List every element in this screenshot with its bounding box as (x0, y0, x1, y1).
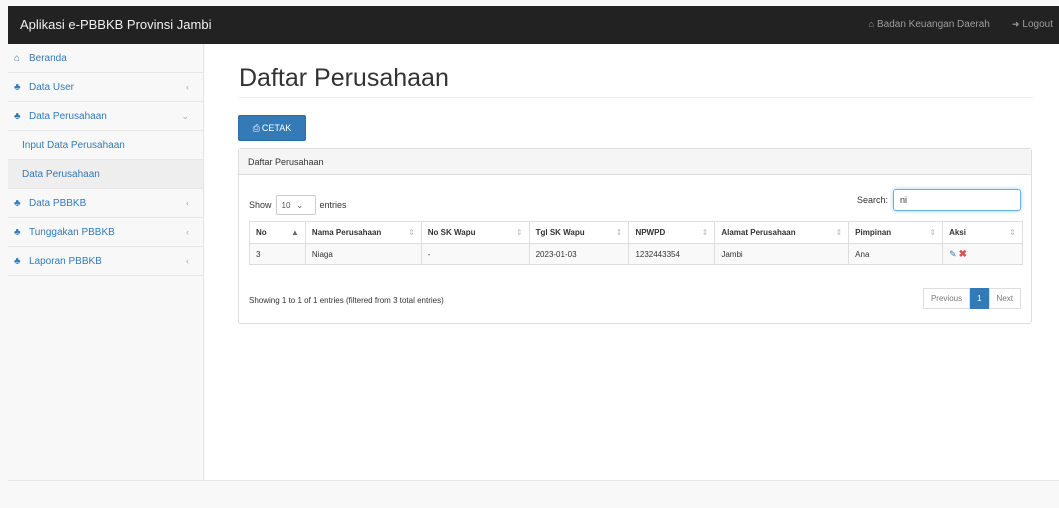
cell-npwpd: 1232443354 (628, 243, 716, 265)
home-icon: ⌂ (868, 19, 874, 29)
edit-icon[interactable]: ✎ (949, 249, 957, 259)
chevron-left-icon: ‹ (186, 198, 189, 208)
chevron-left-icon: ‹ (186, 82, 189, 92)
sort-icon: ⇕ (1009, 228, 1016, 237)
users-icon: ♣ (14, 255, 21, 267)
sort-icon: ⇕ (929, 228, 937, 237)
cell-alamat: Jambi (714, 243, 850, 265)
cell-no-sk: - (420, 243, 530, 265)
table-info: Showing 1 to 1 of 1 entries (filtered fr… (249, 296, 444, 305)
entries-value: 10 (281, 200, 291, 210)
panel-heading: Daftar Perusahaan (239, 149, 1031, 175)
table-row: 3 Niaga - 2023-01-03 1232443354 Jambi An… (249, 243, 1023, 265)
sidebar-item-label: Data PBBKB (29, 197, 87, 209)
footer-area (8, 480, 1059, 508)
title-divider (239, 97, 1033, 98)
sort-icon: ⇕ (515, 228, 523, 237)
entries-label: entries (319, 200, 347, 210)
sidebar-item-label: Tunggakan PBBKB (29, 226, 115, 238)
users-icon: ♣ (14, 226, 21, 238)
chevron-left-icon: ‹ (186, 227, 189, 237)
search-label: Search: (856, 195, 888, 205)
top-navbar: Aplikasi e-PBBKB Provinsi Jambi ⌂ Badan K… (8, 6, 1059, 44)
sidebar-item-data-user[interactable]: ♣ Data User ‹ (8, 73, 203, 102)
logout-label: Logout (1022, 19, 1053, 30)
users-icon: ♣ (14, 110, 21, 122)
sort-icon: ⇕ (408, 228, 415, 237)
column-header-nama[interactable]: Nama Perusahaan ⇕ (304, 221, 422, 244)
sidebar-item-label: Data Perusahaan (29, 110, 107, 122)
print-icon: ⎙ (252, 122, 260, 133)
sidebar-item-beranda[interactable]: ⌂ Beranda (8, 44, 203, 73)
users-icon: ♣ (14, 197, 21, 209)
sidebar-item-label: Data User (29, 81, 75, 93)
sort-asc-icon: ▲ (291, 228, 299, 237)
show-label: Show (249, 200, 272, 210)
sidebar-item-label: Laporan PBBKB (29, 255, 102, 267)
column-header-no[interactable]: No ▲ (249, 221, 306, 244)
entries-length-control: Show 10 ⌄ entries (249, 195, 347, 215)
table-search: Search: ni (857, 189, 1021, 211)
user-label: Badan Keuangan Daerah (876, 19, 990, 30)
sidebar-item-label: Input Data Perusahaan (22, 139, 125, 151)
page-wrapper: Daftar Perusahaan ⎙ CETAK Daftar Perusah… (205, 44, 1059, 480)
companies-panel: Daftar Perusahaan Show 10 ⌄ entries Sear… (238, 148, 1032, 324)
page-title: Daftar Perusahaan (239, 64, 449, 92)
cell-aksi: ✎ ✖ (942, 243, 1023, 265)
cell-no: 3 (249, 243, 306, 265)
users-icon: ♣ (14, 81, 21, 93)
column-header-aksi[interactable]: Aksi ⇕ (942, 221, 1023, 244)
sidebar: ⌂ Beranda ♣ Data User ‹ ♣ Data Perusahaa… (8, 44, 204, 480)
search-input[interactable]: ni (893, 189, 1021, 211)
pagination-next[interactable]: Next (988, 288, 1021, 309)
pagination-previous[interactable]: Previous (922, 288, 971, 309)
sidebar-item-data-pbbkb[interactable]: ♣ Data PBBKB ‹ (8, 189, 203, 218)
user-menu[interactable]: ⌂ Badan Keuangan Daerah (869, 19, 990, 30)
print-button[interactable]: ⎙ CETAK (238, 115, 306, 141)
companies-table: No ▲ Nama Perusahaan ⇕ No SK Wapu ⇕ Tgl SK … (249, 221, 1023, 265)
pagination-page-1[interactable]: 1 (970, 288, 989, 309)
home-icon: ⌂ (14, 52, 21, 64)
logout-icon: ➜ (1011, 19, 1020, 29)
sidebar-item-label: Beranda (29, 52, 67, 64)
column-header-alamat[interactable]: Alamat Perusahaan ⇕ (714, 221, 850, 244)
sidebar-subitem-input-data-perusahaan[interactable]: Input Data Perusahaan (8, 131, 203, 160)
sort-icon: ⇕ (615, 228, 623, 237)
sidebar-item-tunggakan-pbbkb[interactable]: ♣ Tunggakan PBBKB ‹ (8, 218, 203, 247)
entries-select[interactable]: 10 ⌄ (275, 195, 316, 215)
table-header-row: No ▲ Nama Perusahaan ⇕ No SK Wapu ⇕ Tgl SK … (249, 221, 1023, 244)
navbar-right: ⌂ Badan Keuangan Daerah ➜ Logout (869, 19, 1053, 30)
cell-tgl-sk: 2023-01-03 (528, 243, 630, 265)
chevron-down-icon: ⌄ (296, 200, 304, 210)
sidebar-subitem-data-perusahaan[interactable]: Data Perusahaan (8, 160, 203, 189)
column-header-npwpd[interactable]: NPWPD ⇕ (628, 221, 716, 244)
sidebar-item-label: Data Perusahaan (22, 168, 100, 180)
app-brand[interactable]: Aplikasi e-PBBKB Provinsi Jambi (20, 17, 211, 32)
sort-icon: ⇕ (835, 228, 843, 237)
delete-icon[interactable]: ✖ (959, 249, 967, 260)
chevron-left-icon: ‹ (186, 256, 189, 266)
column-header-no-sk[interactable]: No SK Wapu ⇕ (420, 221, 530, 244)
column-header-tgl-sk[interactable]: Tgl SK Wapu ⇕ (528, 221, 630, 244)
sidebar-item-laporan-pbbkb[interactable]: ♣ Laporan PBBKB ‹ (8, 247, 203, 276)
print-button-label: CETAK (261, 123, 292, 133)
chevron-down-icon: ⌄ (181, 110, 189, 121)
cell-pimpinan: Ana (848, 243, 944, 265)
sidebar-item-data-perusahaan[interactable]: ♣ Data Perusahaan ⌄ (8, 102, 203, 131)
column-header-pimpinan[interactable]: Pimpinan ⇕ (848, 221, 944, 244)
logout-link[interactable]: ➜ Logout (1012, 19, 1053, 30)
pagination: Previous 1 Next (922, 288, 1021, 309)
sort-icon: ⇕ (701, 228, 709, 237)
cell-nama: Niaga (304, 243, 422, 265)
